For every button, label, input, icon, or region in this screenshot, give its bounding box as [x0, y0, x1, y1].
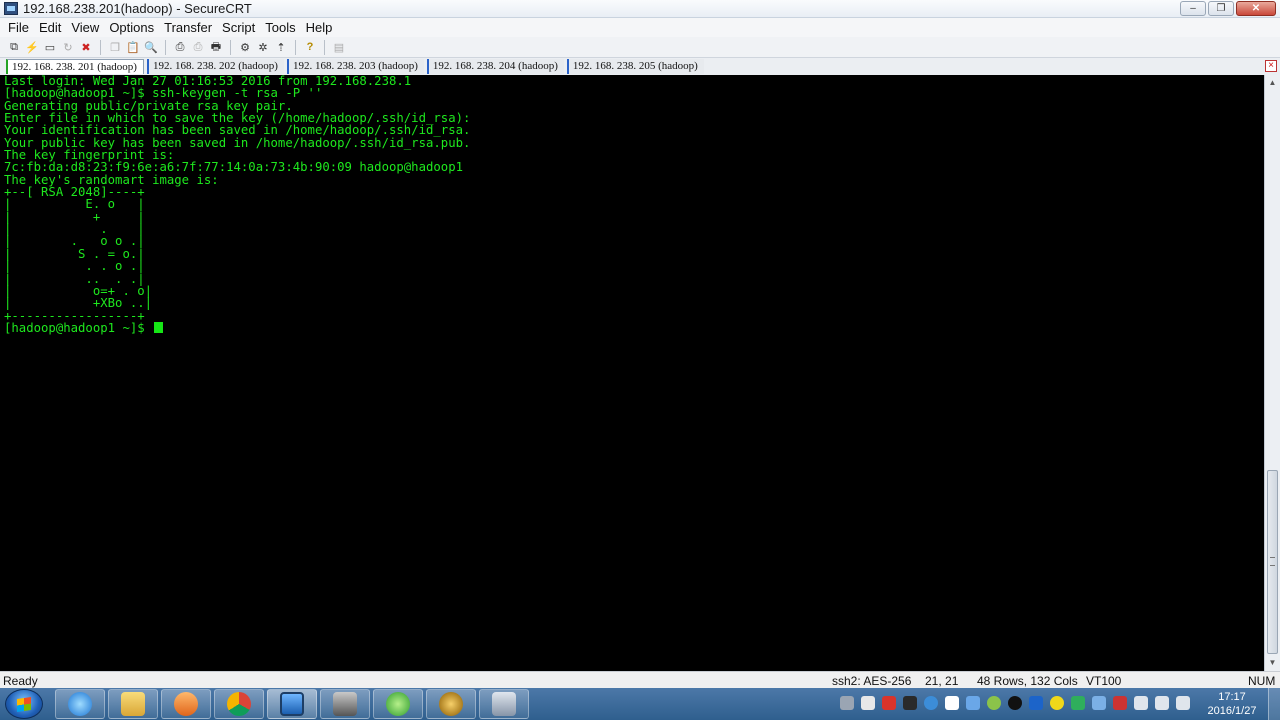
toolbar: ⧉ ⚡ ▭ ↻ ✖ ❐ 📋 🔍 ⎙ ⎙ 🖶 ⚙ ✲ ⇡ ? ▤ — [0, 37, 1280, 58]
file-explorer-icon[interactable] — [108, 689, 158, 719]
no-network-icon[interactable] — [1113, 696, 1127, 710]
menu-view[interactable]: View — [66, 20, 104, 35]
tab-session-202[interactable]: 192. 168. 238. 202 (hadoop) — [146, 59, 284, 74]
help-icon[interactable]: ? — [302, 39, 318, 55]
volume-icon[interactable] — [1155, 696, 1169, 710]
status-bar: Ready ssh2: AES-256 21, 21 48 Rows, 132 … — [0, 671, 1280, 688]
keymap-icon[interactable]: ⇡ — [273, 39, 289, 55]
tab-session-201[interactable]: 192. 168. 238. 201 (hadoop) — [6, 59, 144, 74]
paste-icon[interactable]: 📋 — [125, 39, 141, 55]
disconnect-icon[interactable]: ✖ — [78, 39, 94, 55]
taskbar-clock[interactable]: 17:17 2016/1/27 — [1200, 690, 1264, 718]
clock-time: 17:17 — [1218, 691, 1246, 703]
windows-taskbar: 17:17 2016/1/27 — [0, 688, 1280, 720]
status-emulation: VT100 — [1086, 674, 1122, 688]
clock-date: 2016/1/27 — [1207, 705, 1257, 717]
print-setup-icon[interactable]: 🖶 — [208, 39, 224, 55]
network-tray-icon[interactable] — [903, 696, 917, 710]
red-app-tray-icon[interactable] — [882, 696, 896, 710]
bluetooth-icon[interactable] — [1029, 696, 1043, 710]
blue-tray-icon[interactable] — [924, 696, 938, 710]
signal-icon[interactable] — [1176, 696, 1190, 710]
quick-connect-icon[interactable]: ⚡ — [24, 39, 40, 55]
show-desktop-button[interactable] — [1268, 688, 1280, 720]
sftp-icon[interactable]: ▤ — [331, 39, 347, 55]
tab-session-203[interactable]: 192. 168. 238. 203 (hadoop) — [286, 59, 424, 74]
window-title: 192.168.238.201(hadoop) - SecureCRT — [23, 1, 252, 16]
connect-in-tab-icon[interactable]: ▭ — [42, 39, 58, 55]
shield-icon[interactable] — [1071, 696, 1085, 710]
internet-explorer-icon[interactable] — [55, 689, 105, 719]
menu-bar: File Edit View Options Transfer Script T… — [0, 18, 1280, 37]
terminal-prompt: [hadoop@hadoop1 ~]$ — [4, 320, 153, 335]
menu-options[interactable]: Options — [104, 20, 159, 35]
status-terminal-size: 48 Rows, 132 Cols — [977, 674, 1078, 688]
status-numlock: NUM — [1248, 674, 1276, 688]
toolbar-separator — [295, 39, 296, 55]
minimize-button[interactable]: – — [1180, 1, 1206, 16]
media-player-icon[interactable] — [161, 689, 211, 719]
menu-tools[interactable]: Tools — [260, 20, 300, 35]
menu-transfer[interactable]: Transfer — [159, 20, 217, 35]
scroll-up-arrow-icon[interactable]: ▲ — [1267, 77, 1278, 88]
toolbar-separator — [324, 39, 325, 55]
securecrt-app-icon[interactable] — [4, 2, 18, 15]
tab-session-204[interactable]: 192. 168. 238. 204 (hadoop) — [426, 59, 564, 74]
terminal-scrollbar[interactable]: ▲ ▼ — [1264, 75, 1280, 671]
terminal-output: Last login: Wed Jan 27 01:16:53 2016 fro… — [0, 75, 1264, 334]
pen-icon[interactable] — [861, 696, 875, 710]
terminal-cursor — [154, 321, 164, 333]
green-app-icon[interactable] — [373, 689, 423, 719]
keyboard-icon[interactable] — [840, 696, 854, 710]
session-options-icon[interactable]: ⚙ — [237, 39, 253, 55]
toolbar-separator — [100, 39, 101, 55]
scrollbar-thumb[interactable] — [1267, 470, 1278, 654]
securecrt-icon[interactable] — [267, 689, 317, 719]
copy-icon[interactable]: ❐ — [107, 39, 123, 55]
status-cipher: ssh2: AES-256 — [832, 674, 912, 688]
terminal-area[interactable]: Last login: Wed Jan 27 01:16:53 2016 fro… — [0, 75, 1264, 671]
menu-help[interactable]: Help — [301, 20, 338, 35]
vpn-lock-icon[interactable] — [320, 689, 370, 719]
menu-file[interactable]: File — [3, 20, 34, 35]
chrome-icon[interactable] — [214, 689, 264, 719]
green-tray-icon[interactable] — [987, 696, 1001, 710]
connect-icon[interactable]: ⧉ — [6, 39, 22, 55]
maximize-button[interactable]: ❐ — [1208, 1, 1234, 16]
window-app-icon[interactable] — [479, 689, 529, 719]
plus-tray-icon[interactable] — [1050, 696, 1064, 710]
reconnect-icon[interactable]: ↻ — [60, 39, 76, 55]
status-ready: Ready — [3, 674, 38, 688]
scroll-down-arrow-icon[interactable]: ▼ — [1267, 657, 1278, 668]
qq-icon[interactable] — [1008, 696, 1022, 710]
print-icon[interactable]: ⎙ — [172, 39, 188, 55]
e-app-icon[interactable] — [426, 689, 476, 719]
display-icon[interactable] — [1092, 696, 1106, 710]
toolbar-separator — [230, 39, 231, 55]
title-bar: 192.168.238.201(hadoop) - SecureCRT – ❐ … — [0, 0, 1280, 18]
find-icon[interactable]: 🔍 — [143, 39, 159, 55]
tab-session-205[interactable]: 192. 168. 238. 205 (hadoop) — [566, 59, 704, 74]
session-tab-bar: 192. 168. 238. 201 (hadoop) 192. 168. 23… — [0, 58, 1280, 75]
window-controls: – ❐ ✕ — [1180, 1, 1276, 16]
system-tray — [840, 696, 1190, 710]
print-selection-icon[interactable]: ⎙ — [190, 39, 206, 55]
toolbar-separator — [165, 39, 166, 55]
device-icon[interactable] — [1134, 696, 1148, 710]
menu-edit[interactable]: Edit — [34, 20, 66, 35]
start-button[interactable] — [5, 689, 43, 719]
menu-script[interactable]: Script — [217, 20, 260, 35]
close-button[interactable]: ✕ — [1236, 1, 1276, 16]
windows-tray-icon[interactable] — [945, 696, 959, 710]
status-cursor-position: 21, 21 — [925, 674, 959, 688]
close-tab-icon[interactable]: × — [1265, 60, 1277, 72]
global-options-icon[interactable]: ✲ — [255, 39, 271, 55]
people-tray-icon[interactable] — [966, 696, 980, 710]
